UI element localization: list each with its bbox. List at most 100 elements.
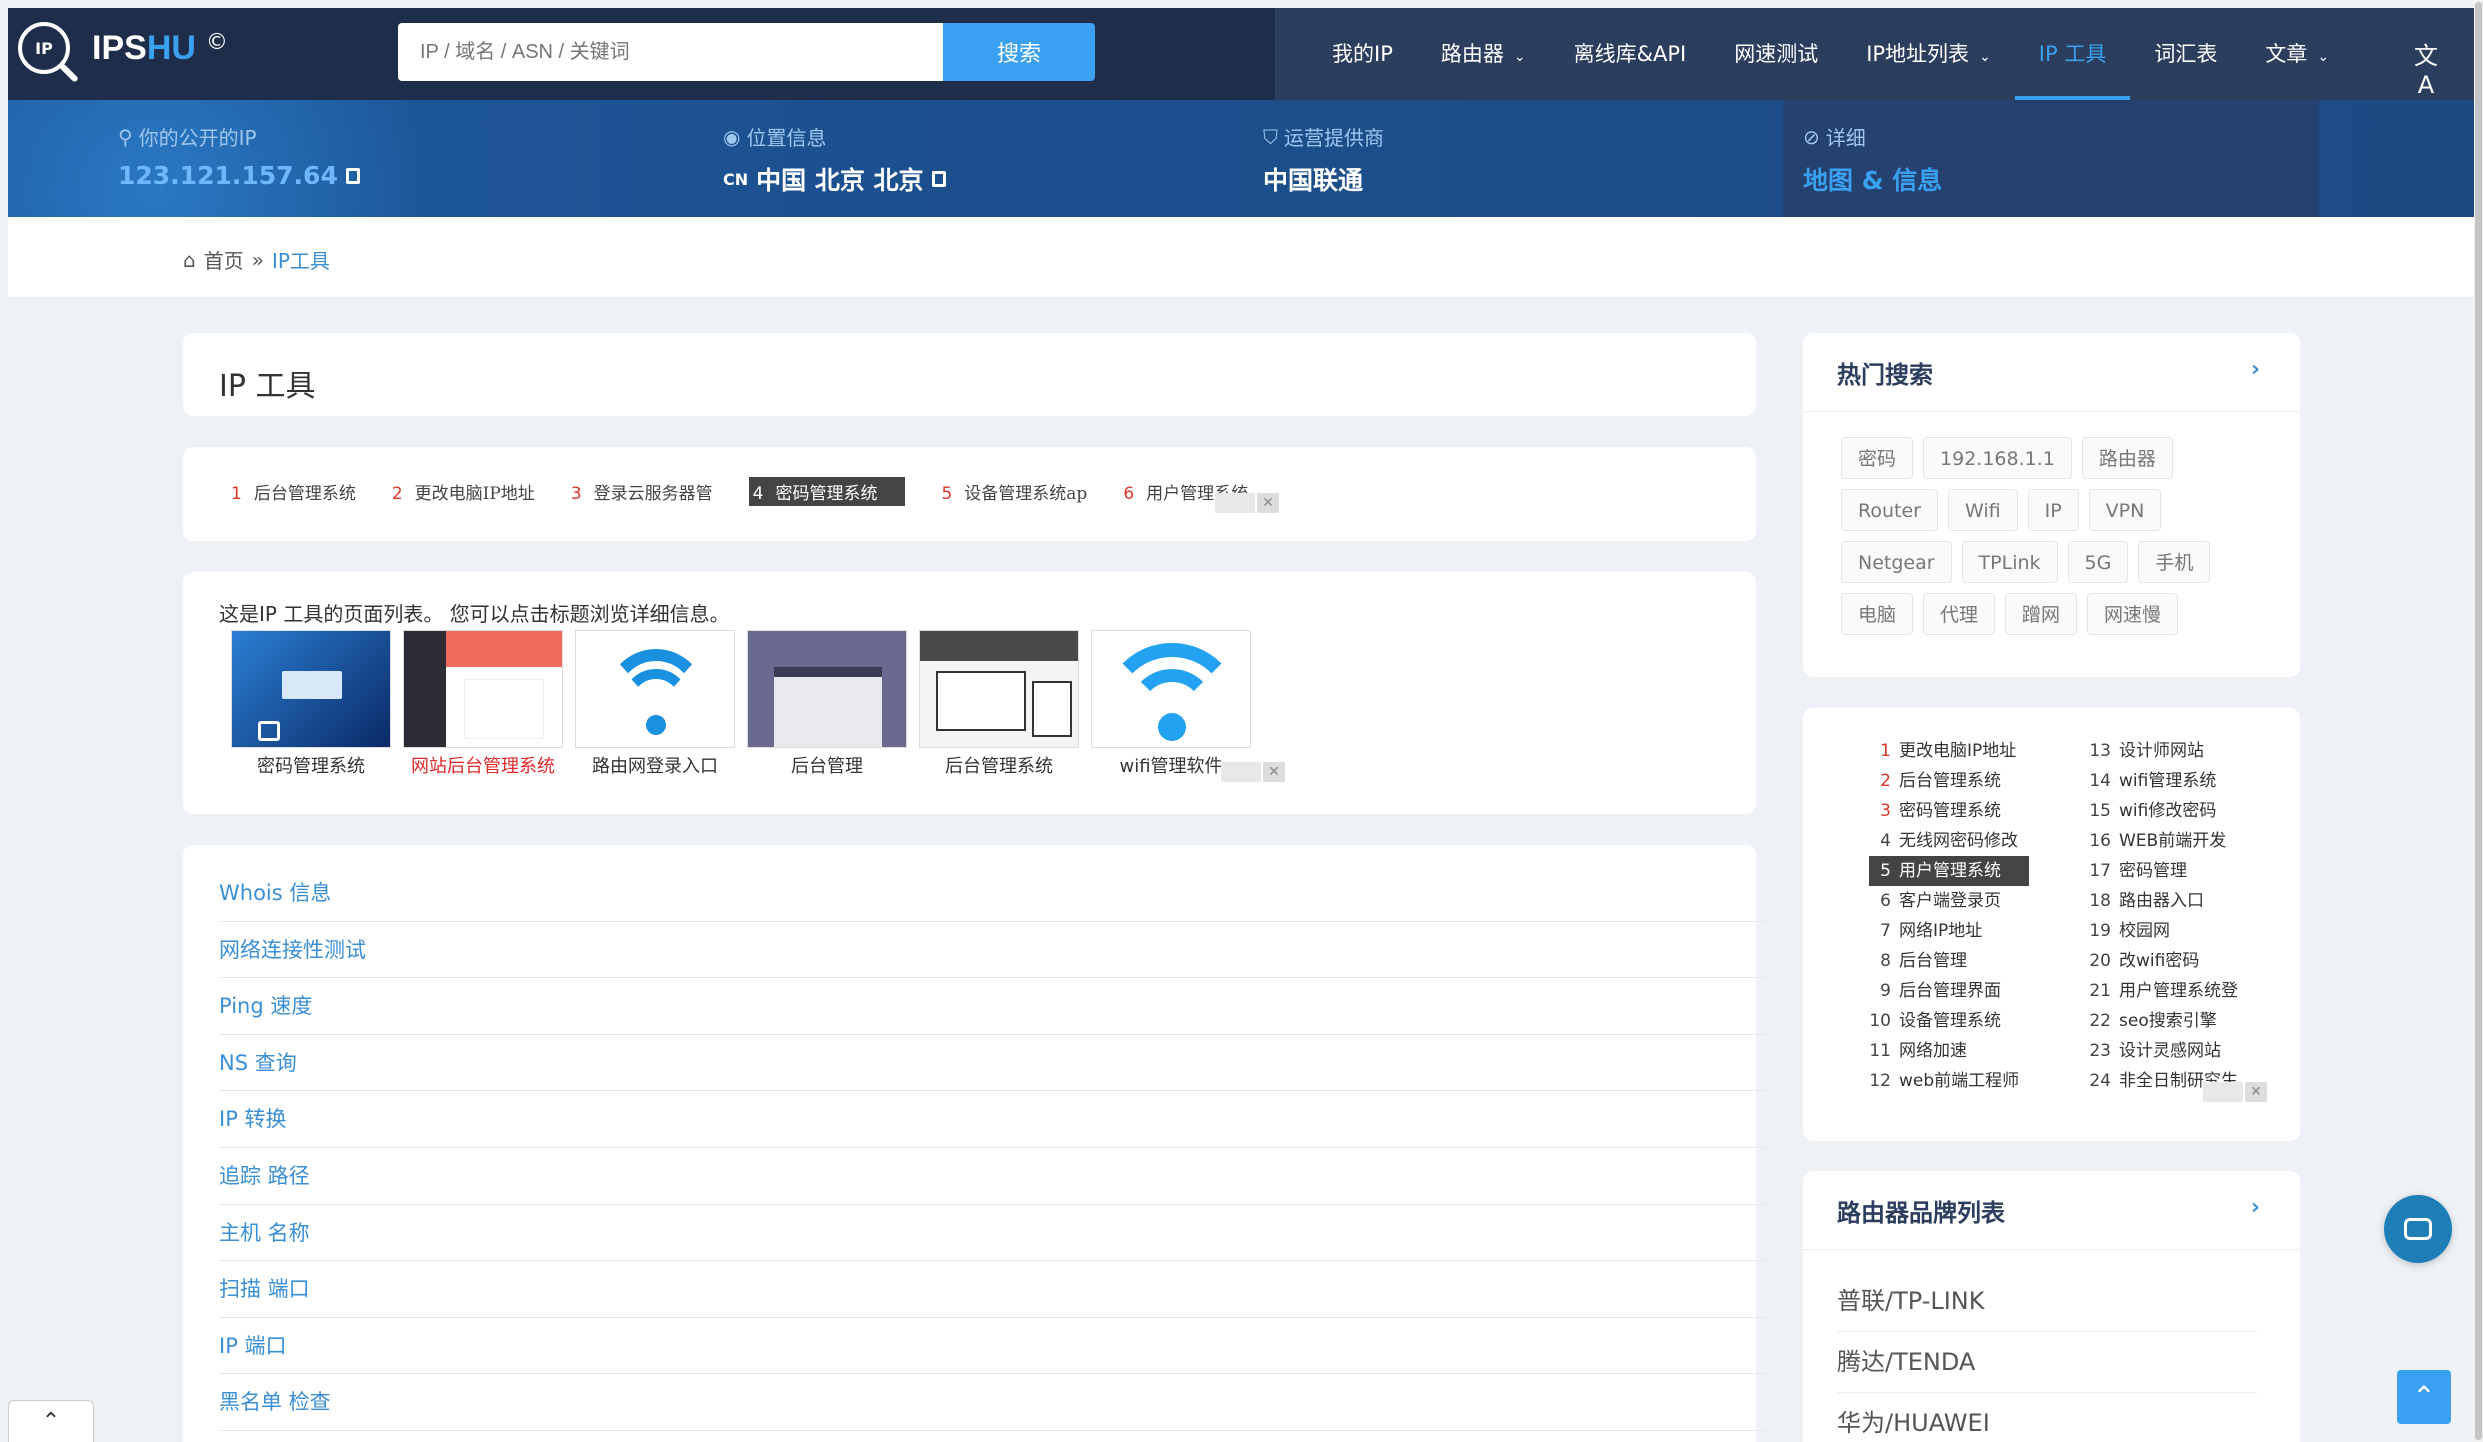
chat-button[interactable] [2384,1195,2452,1263]
brand-link[interactable]: 华为/HUAWEI [1837,1393,2257,1442]
ranking-item[interactable]: 16 WEB前端开发 [2089,826,2249,856]
ranking-item[interactable]: 15 wifi修改密码 [2089,796,2249,826]
hot-tag[interactable]: VPN [2088,489,2162,531]
menu-item[interactable]: 离线库&API [1550,8,1711,100]
ranking-item[interactable]: 23 设计灵感网站 [2089,1036,2249,1066]
ad-close-icon[interactable]: ✕ [1257,493,1279,513]
thumbnail-card-item[interactable]: 后台管理系统 [919,630,1079,778]
hot-tag[interactable]: 蹭网 [2005,593,2078,635]
thumbnail-caption[interactable]: 后台管理 [747,752,907,778]
copy-icon[interactable] [345,167,360,184]
ranking-item[interactable]: 11 网络加速 [1869,1036,2029,1066]
related-link[interactable]: 5 设备管理系统ap [941,479,1087,504]
thumbnail-card-item[interactable]: 路由网登录入口 [575,630,735,778]
thumbnail-card-item[interactable]: 密码管理系统 [231,630,391,778]
related-link[interactable]: 2 更改电脑IP地址 [392,479,535,504]
hot-tag[interactable]: Wifi [1947,489,2018,531]
thumbnail-card-item[interactable]: wifi管理软件 [1091,630,1251,778]
ranking-item[interactable]: 5 用户管理系统 [1869,856,2029,886]
hot-tag[interactable]: 电脑 [1841,593,1914,635]
search-button[interactable]: 搜索 [943,23,1095,81]
thumbnail-image[interactable] [747,630,907,748]
thumbnail-card-item[interactable]: 网站后台管理系统 [403,630,563,778]
tool-link[interactable]: Ping 速度 [219,978,1769,1035]
breadcrumb-current[interactable]: IP工具 [272,245,330,274]
hot-tag[interactable]: IP [2027,489,2079,531]
breadcrumb-home[interactable]: 首页 [204,245,244,274]
back-to-top-button[interactable]: ⌃ [2397,1370,2451,1424]
thumbnail-image[interactable] [231,630,391,748]
thumbnail-caption[interactable]: 路由网登录入口 [575,752,735,778]
menu-item[interactable]: 我的IP [1308,8,1417,100]
thumbnail-caption[interactable]: 网站后台管理系统 [403,752,563,778]
ranking-item[interactable]: 20 改wifi密码 [2089,946,2249,976]
related-link[interactable]: 3 登录云服务器管 [571,479,713,504]
thumbnail-caption[interactable]: 密码管理系统 [231,752,391,778]
hot-tag[interactable]: 192.168.1.1 [1923,437,2072,479]
ad-close-icon[interactable]: ✕ [1263,762,1285,782]
ranking-item[interactable]: 22 seo搜索引擎 [2089,1006,2249,1036]
ranking-item[interactable]: 17 密码管理 [2089,856,2249,886]
copy-icon[interactable] [931,171,946,187]
ranking-item[interactable]: 2 后台管理系统 [1869,766,2029,796]
hot-tag[interactable]: 网速慢 [2087,593,2179,635]
hot-tag[interactable]: Router [1841,489,1938,531]
tool-link[interactable]: Whois 信息 [219,865,1769,922]
scrollbar-thumb[interactable] [2475,2,2482,1440]
hot-tag[interactable]: Netgear [1841,541,1952,583]
menu-item[interactable]: 网速测试 [1710,8,1842,100]
thumbnail-image[interactable] [919,630,1079,748]
tool-link[interactable]: 网络连接性测试 [219,922,1769,979]
chevron-right-icon[interactable]: › [2251,1195,2260,1220]
hot-tag[interactable]: 手机 [2138,541,2211,583]
chevron-right-icon[interactable]: › [2251,357,2260,382]
collapse-toggle[interactable]: ⌃ [8,1400,94,1442]
menu-item[interactable]: 词汇表 [2130,8,2241,100]
thumbnail-card-item[interactable]: 后台管理 [747,630,907,778]
menu-item[interactable]: 路由器 ⌄ [1417,8,1550,100]
ranking-item[interactable]: 13 设计师网站 [2089,736,2249,766]
thumbnail-caption[interactable]: 后台管理系统 [919,752,1079,778]
detail-block[interactable]: ⊘ 详细 地图 & 信息 [1803,122,1942,197]
ranking-item[interactable]: 1 更改电脑IP地址 [1869,736,2029,766]
hot-tag[interactable]: 5G [2067,541,2129,583]
tool-link[interactable]: 黑名单 检查 [219,1374,1769,1431]
hot-tag[interactable]: 代理 [1923,593,1996,635]
ranking-item[interactable]: 12 web前端工程师 [1869,1066,2029,1096]
tool-link[interactable]: 扫描 端口 [219,1261,1769,1318]
ranking-item[interactable]: 3 密码管理系统 [1869,796,2029,826]
translate-icon[interactable]: 文A [2408,36,2444,99]
brand-link[interactable]: 普联/TP-LINK [1837,1271,2257,1332]
thumbnail-image[interactable] [1091,630,1251,748]
ranking-item[interactable]: 19 校园网 [2089,916,2249,946]
ranking-item[interactable]: 10 设备管理系统 [1869,1006,2029,1036]
hot-tag[interactable]: 路由器 [2081,437,2173,479]
detail-link[interactable]: 地图 & 信息 [1803,161,1942,197]
ranking-item[interactable]: 21 用户管理系统登 [2089,976,2249,1006]
ranking-item[interactable]: 6 客户端登录页 [1869,886,2029,916]
thumbnail-image[interactable] [575,630,735,748]
tool-link[interactable]: 追踪 路径 [219,1148,1769,1205]
related-link[interactable]: 1 后台管理系统 [231,479,356,504]
hot-tag[interactable]: 密码 [1841,437,1914,479]
thumbnail-image[interactable] [403,630,563,748]
menu-item[interactable]: IP 工具 [2014,8,2131,100]
ranking-item[interactable]: 9 后台管理界面 [1869,976,2029,1006]
tool-link[interactable]: IP 端口 [219,1318,1769,1375]
brand-link[interactable]: 腾达/TENDA [1837,1332,2257,1393]
ranking-item[interactable]: 8 后台管理 [1869,946,2029,976]
related-link[interactable]: 4 密码管理系统 [748,477,906,506]
tool-link[interactable]: NS 查询 [219,1035,1769,1092]
site-logo[interactable]: IP IPSHU © [18,22,228,83]
menu-item[interactable]: IP地址列表 ⌄ [1842,8,2015,100]
hot-tag[interactable]: TPLink [1961,541,2058,583]
ranking-item[interactable]: 18 路由器入口 [2089,886,2249,916]
ranking-item[interactable]: 4 无线网密码修改 [1869,826,2029,856]
ranking-item[interactable]: 14 wifi管理系统 [2089,766,2249,796]
tool-link[interactable]: IP 转换 [219,1091,1769,1148]
menu-item[interactable]: 文章 ⌄ [2241,8,2353,100]
search-input[interactable] [398,23,943,81]
ranking-item[interactable]: 7 网络IP地址 [1869,916,2029,946]
ad-close-icon[interactable]: ✕ [2245,1082,2267,1102]
tool-link[interactable]: 主机 名称 [219,1205,1769,1262]
